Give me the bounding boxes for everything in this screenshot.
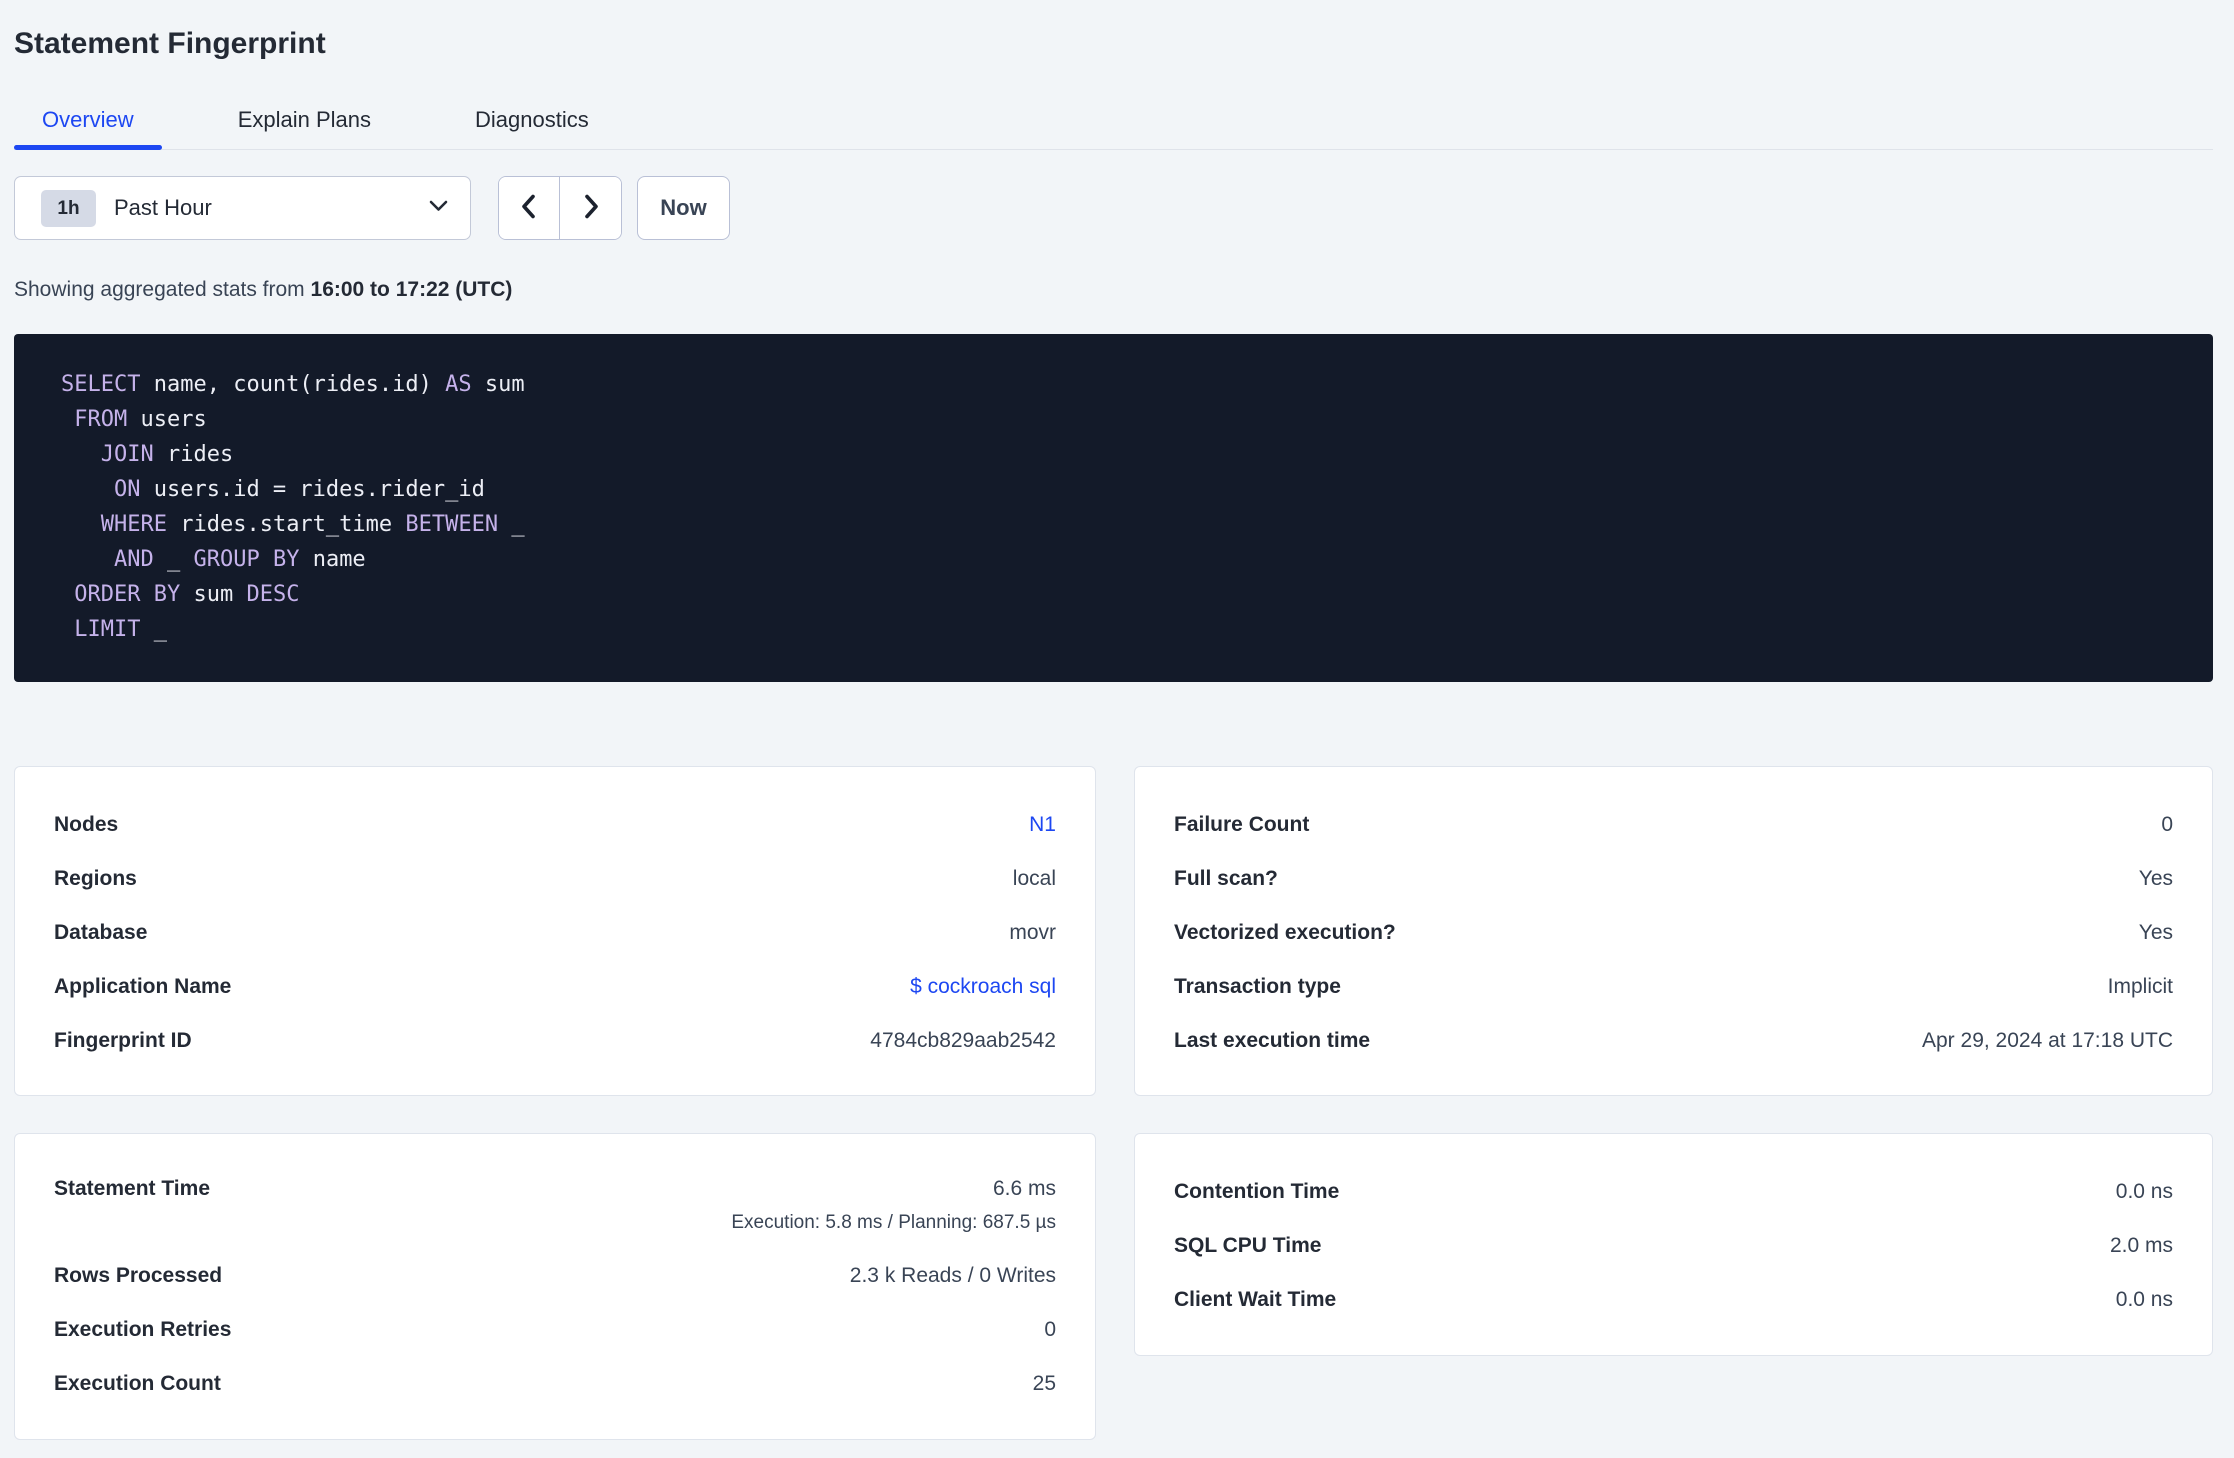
vectorized-execution-value: Yes	[2138, 921, 2173, 944]
info-cards-row: Nodes N1 Regions local Database movr App…	[14, 766, 2213, 1096]
card-execution-attributes: Failure Count 0 Full scan? Yes Vectorize…	[1134, 766, 2213, 1096]
stats-cards-row: Statement Time 6.6 ms Execution: 5.8 ms …	[14, 1133, 2213, 1440]
time-range-dropdown[interactable]: 1h Past Hour	[14, 176, 471, 240]
stat-row-fingerprint-id: Fingerprint ID 4784cb829aab2542	[54, 1014, 1056, 1068]
vectorized-execution-label: Vectorized execution?	[1174, 921, 1396, 944]
stat-row-application-name: Application Name $ cockroach sql	[54, 960, 1056, 1014]
stat-row-vectorized-execution: Vectorized execution? Yes	[1174, 906, 2173, 960]
statement-time-main: Statement Time 6.6 ms	[54, 1165, 1056, 1213]
rows-processed-value: 2.3 k Reads / 0 Writes	[849, 1264, 1056, 1287]
last-execution-time-value: Apr 29, 2024 at 17:18 UTC	[1922, 1029, 2173, 1052]
card-statement-stats: Statement Time 6.6 ms Execution: 5.8 ms …	[14, 1133, 1096, 1440]
nodes-link[interactable]: N1	[1029, 813, 1056, 837]
sql-line: ORDER BY sum DESC	[74, 582, 300, 607]
sql-line: FROM users	[74, 407, 207, 432]
stat-row-last-execution-time: Last execution time Apr 29, 2024 at 17:1…	[1174, 1014, 2173, 1068]
application-name-label: Application Name	[54, 975, 232, 998]
time-step-button-group	[498, 176, 622, 240]
full-scan-label: Full scan?	[1174, 867, 1278, 890]
statement-time-breakdown: Execution: 5.8 ms / Planning: 687.5 µs	[731, 1212, 1056, 1233]
stat-row-contention-time: Contention Time 0.0 ns	[1174, 1165, 2173, 1219]
stat-row-failure-count: Failure Count 0	[1174, 798, 2173, 852]
sql-line: SELECT name, count(rides.id) AS sum	[61, 372, 525, 397]
failure-count-label: Failure Count	[1174, 813, 1310, 836]
statement-time-value: 6.6 ms	[992, 1177, 1056, 1200]
time-range-badge: 1h	[41, 189, 96, 227]
stat-row-transaction-type: Transaction type Implicit	[1174, 960, 2173, 1014]
failure-count-value: 0	[2161, 813, 2173, 836]
transaction-type-label: Transaction type	[1174, 975, 1341, 998]
stat-row-client-wait-time: Client Wait Time 0.0 ns	[1174, 1273, 2173, 1327]
execution-retries-value: 0	[1044, 1318, 1056, 1341]
last-execution-time-label: Last execution time	[1174, 1029, 1371, 1052]
full-scan-value: Yes	[2138, 867, 2173, 890]
contention-time-value: 0.0 ns	[2115, 1180, 2173, 1203]
sql-line: LIMIT _	[74, 617, 167, 642]
aggregation-note-range: 16:00 to 17:22 (UTC)	[310, 278, 513, 301]
stat-row-execution-count: Execution Count 25	[54, 1357, 1056, 1411]
execution-count-value: 25	[1032, 1372, 1056, 1395]
stat-row-database: Database movr	[54, 906, 1056, 960]
aggregation-note-prefix: Showing aggregated stats from	[14, 278, 311, 301]
database-label: Database	[54, 921, 148, 944]
stat-row-statement-time: Statement Time 6.6 ms Execution: 5.8 ms …	[54, 1165, 1056, 1249]
tab-explain-plans[interactable]: Explain Plans	[210, 105, 399, 149]
tab-bar: Overview Explain Plans Diagnostics	[14, 105, 2213, 150]
sql-statement-box: SELECT name, count(rides.id) AS sum FROM…	[14, 334, 2213, 682]
stat-row-regions: Regions local	[54, 852, 1056, 906]
chevron-right-icon	[580, 193, 602, 223]
time-controls: 1h Past Hour Now	[14, 176, 2213, 240]
fingerprint-id-value: 4784cb829aab2542	[870, 1029, 1056, 1052]
previous-time-range-button[interactable]	[499, 177, 560, 239]
stat-row-nodes: Nodes N1	[54, 798, 1056, 852]
sql-line: AND _ GROUP BY name	[113, 547, 366, 572]
regions-label: Regions	[54, 867, 137, 890]
transaction-type-value: Implicit	[2107, 975, 2173, 998]
statement-fingerprint-page: Statement Fingerprint Overview Explain P…	[0, 0, 2234, 1440]
rows-processed-label: Rows Processed	[54, 1264, 223, 1287]
aggregation-note: Showing aggregated stats from 16:00 to 1…	[14, 277, 2213, 303]
contention-time-label: Contention Time	[1174, 1180, 1340, 1203]
stat-row-execution-retries: Execution Retries 0	[54, 1303, 1056, 1357]
nodes-label: Nodes	[54, 813, 119, 836]
tab-explain-plans-label: Explain Plans	[237, 107, 371, 132]
client-wait-time-label: Client Wait Time	[1174, 1288, 1337, 1311]
tab-overview-label: Overview	[42, 107, 134, 132]
sql-line: ON users.id = rides.rider_id	[113, 477, 485, 502]
tab-diagnostics-label: Diagnostics	[475, 107, 589, 132]
time-range-label: Past Hour	[114, 195, 212, 220]
next-time-range-button[interactable]	[560, 177, 621, 239]
card-node-info: Nodes N1 Regions local Database movr App…	[14, 766, 1096, 1096]
client-wait-time-value: 0.0 ns	[2115, 1288, 2173, 1311]
now-button[interactable]: Now	[637, 176, 730, 240]
card-time-stats: Contention Time 0.0 ns SQL CPU Time 2.0 …	[1134, 1133, 2213, 1356]
stat-row-rows-processed: Rows Processed 2.3 k Reads / 0 Writes	[54, 1249, 1056, 1303]
execution-count-label: Execution Count	[54, 1372, 221, 1395]
stat-row-sql-cpu-time: SQL CPU Time 2.0 ms	[1174, 1219, 2173, 1273]
sql-line: JOIN rides	[100, 442, 234, 467]
statement-time-label: Statement Time	[54, 1177, 210, 1200]
stat-row-full-scan: Full scan? Yes	[1174, 852, 2173, 906]
regions-value: local	[1012, 867, 1056, 890]
sql-line: WHERE rides.start_time BETWEEN _	[100, 512, 525, 537]
fingerprint-id-label: Fingerprint ID	[54, 1029, 192, 1052]
tab-diagnostics[interactable]: Diagnostics	[447, 105, 617, 149]
execution-retries-label: Execution Retries	[54, 1318, 232, 1341]
sql-cpu-time-label: SQL CPU Time	[1174, 1234, 1322, 1257]
sql-cpu-time-value: 2.0 ms	[2109, 1234, 2173, 1257]
application-name-link[interactable]: $ cockroach sql	[910, 975, 1056, 999]
database-value: movr	[1009, 921, 1056, 944]
chevron-left-icon	[518, 193, 540, 223]
tab-overview[interactable]: Overview	[14, 105, 162, 150]
page-title: Statement Fingerprint	[14, 27, 326, 60]
chevron-down-icon	[429, 199, 448, 217]
